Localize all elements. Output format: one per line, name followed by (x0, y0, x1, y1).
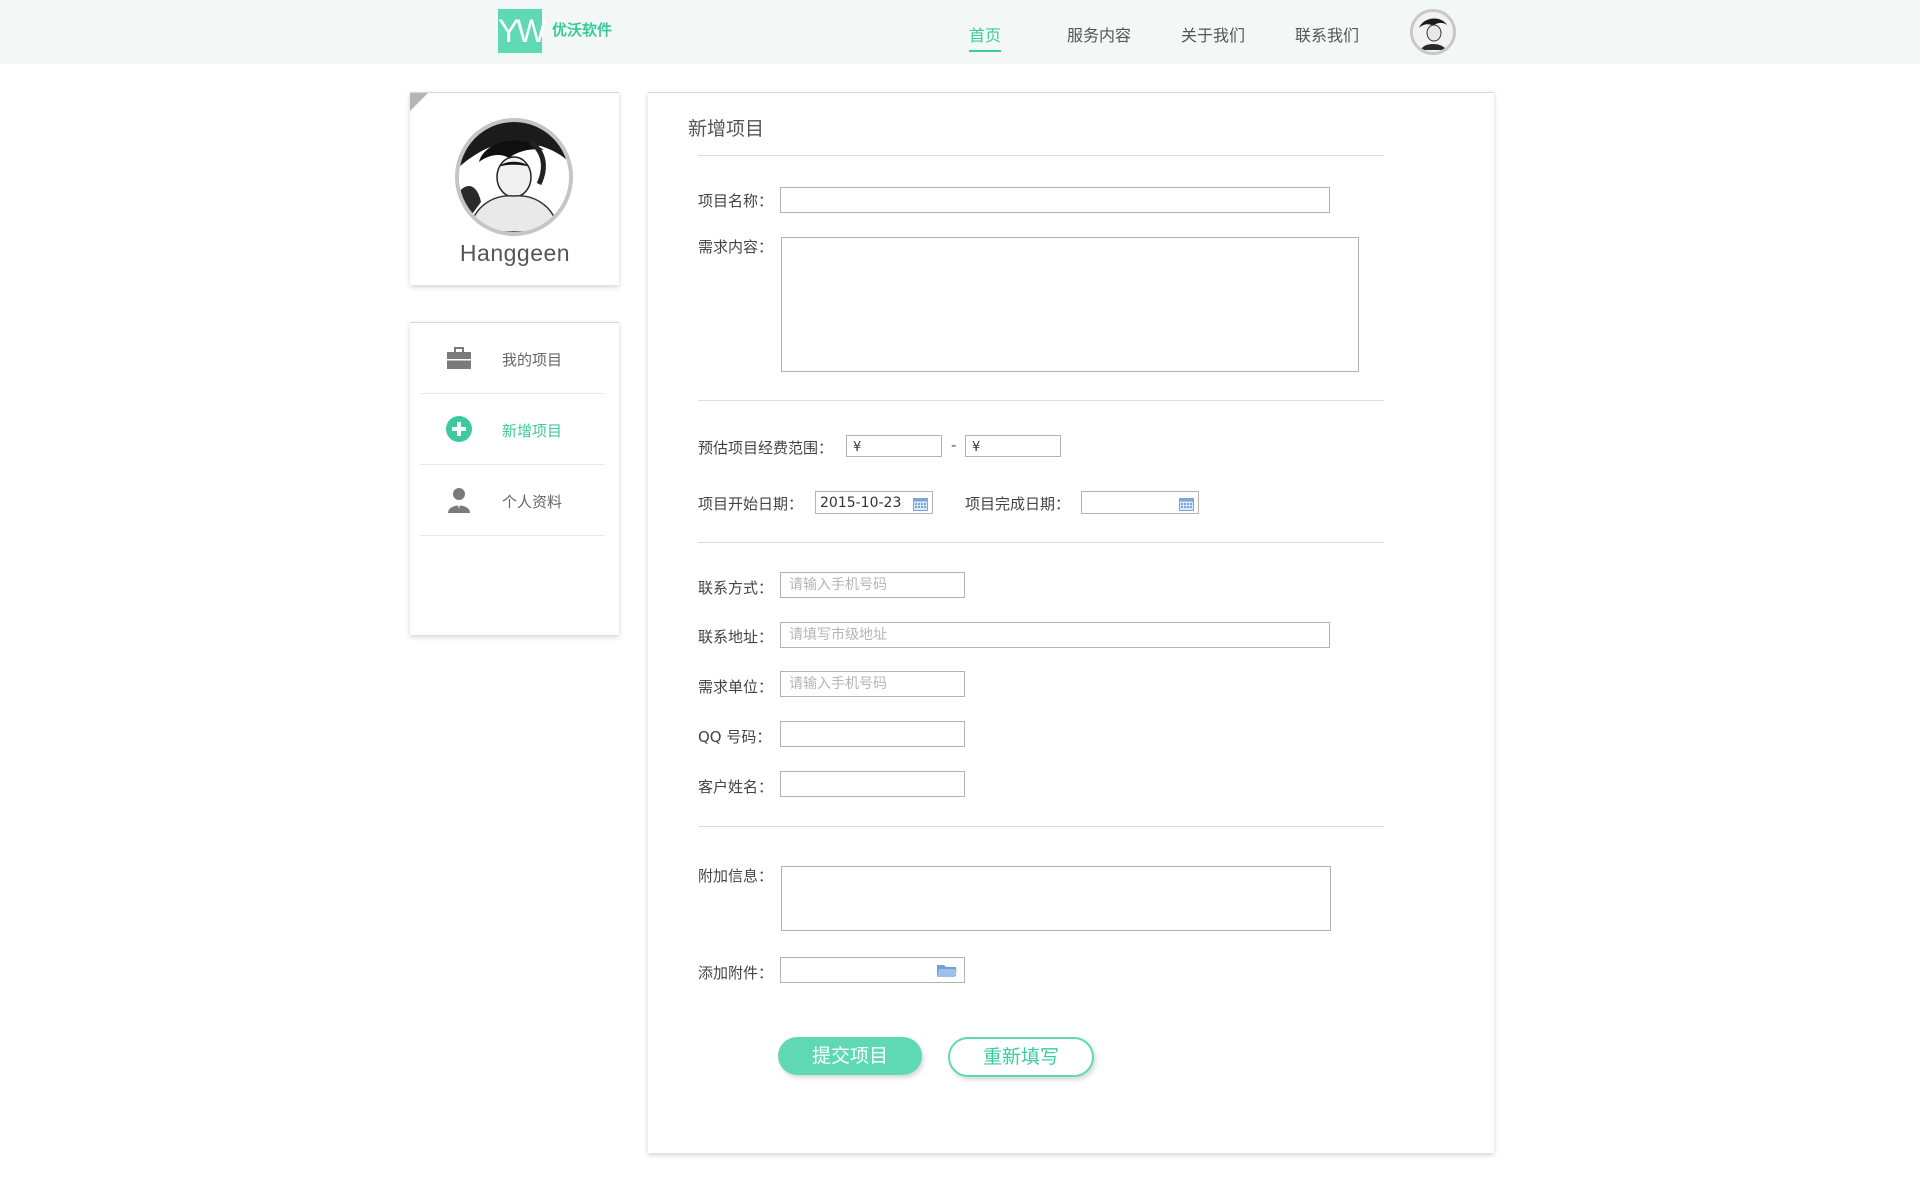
nav-item-label: 关于我们 (1181, 26, 1246, 45)
nav-item-label: 服务内容 (1067, 26, 1132, 45)
profile-card: Hanggeen (410, 92, 619, 285)
plus-circle-icon (446, 416, 472, 442)
range-dash: - (951, 436, 957, 454)
nav-item-label: 首页 (969, 26, 1002, 45)
extra-info-textarea[interactable] (781, 866, 1331, 931)
budget-max-field[interactable]: ¥ (965, 435, 1061, 457)
brand-name[interactable]: 优沃软件 (552, 19, 612, 40)
requirement-label: 需求内容： (698, 238, 774, 256)
contact-label: 联系方式： (698, 579, 774, 597)
start-date-value: 2015-10-23 (820, 495, 902, 511)
sidebar-item-label: 我的项目 (502, 351, 563, 369)
currency-prefix: ¥ (853, 440, 862, 455)
card-corner-fold (410, 93, 428, 111)
qq-label: QQ 号码： (698, 728, 772, 746)
folder-icon[interactable] (936, 962, 958, 978)
calendar-icon[interactable] (913, 497, 928, 511)
unit-label: 需求单位： (698, 678, 774, 696)
unit-field[interactable] (780, 671, 965, 697)
requirement-input[interactable] (782, 238, 1358, 371)
client-name-label: 客户姓名： (698, 778, 774, 796)
currency-prefix: ¥ (972, 440, 981, 455)
requirement-textarea[interactable] (781, 237, 1359, 372)
avatar-portrait-icon (1413, 12, 1453, 52)
reset-form-button[interactable]: 重新填写 (948, 1037, 1094, 1077)
submit-project-button[interactable]: 提交项目 (778, 1037, 922, 1075)
nav-item-home[interactable]: 首页 (969, 22, 1002, 52)
logo-icon[interactable]: YW (498, 9, 547, 53)
unit-input[interactable] (781, 672, 964, 696)
profile-avatar (455, 118, 573, 236)
sidebar-item-label: 新增项目 (502, 422, 563, 440)
divider (698, 400, 1384, 401)
calendar-icon[interactable] (1179, 497, 1194, 511)
end-date-field[interactable] (1081, 491, 1199, 514)
start-date-field[interactable]: 2015-10-23 (815, 491, 933, 514)
profile-portrait-icon (459, 122, 569, 232)
budget-min-field[interactable]: ¥ (846, 435, 942, 457)
address-label: 联系地址： (698, 628, 774, 646)
contact-input[interactable] (781, 573, 964, 597)
qq-input[interactable] (781, 722, 964, 746)
divider (698, 826, 1384, 827)
briefcase-icon (447, 347, 471, 369)
project-name-field[interactable] (780, 187, 1330, 213)
sidebar-item-new-project[interactable]: 新增项目 (420, 394, 605, 465)
extra-info-input[interactable] (782, 867, 1330, 930)
client-name-input[interactable] (781, 772, 964, 796)
divider (698, 155, 1384, 156)
divider (698, 542, 1384, 543)
sidebar-item-label: 个人资料 (502, 493, 563, 511)
project-name-input[interactable] (781, 188, 1329, 212)
client-name-field[interactable] (780, 771, 965, 797)
page-title: 新增项目 (688, 118, 765, 140)
user-icon (448, 488, 470, 513)
address-field[interactable] (780, 622, 1330, 648)
nav-item-services[interactable]: 服务内容 (1067, 22, 1131, 46)
sidebar-menu: 我的项目 新增项目 个人资料 (410, 322, 619, 635)
qq-field[interactable] (780, 721, 965, 747)
nav-item-contact[interactable]: 联系我们 (1295, 22, 1359, 46)
top-navigation-bar: YW 优沃软件 首页 服务内容 关于我们 联系我们 (0, 0, 1920, 64)
start-date-label: 项目开始日期： (698, 495, 804, 513)
budget-label: 预估项目经费范围： (698, 439, 834, 457)
contact-field[interactable] (780, 572, 965, 598)
nav-active-underline (969, 50, 1002, 52)
nav-item-label: 联系我们 (1295, 26, 1360, 45)
project-name-label: 项目名称： (698, 192, 774, 210)
nav-item-about[interactable]: 关于我们 (1181, 22, 1245, 46)
address-input[interactable] (781, 623, 1329, 647)
user-avatar[interactable] (1410, 9, 1456, 55)
profile-username: Hanggeen (459, 240, 571, 266)
extra-info-label: 附加信息： (698, 867, 774, 885)
attachment-label: 添加附件： (698, 964, 774, 982)
attachment-field[interactable] (780, 957, 965, 983)
sidebar-item-profile[interactable]: 个人资料 (420, 465, 605, 536)
sidebar-item-my-projects[interactable]: 我的项目 (420, 323, 605, 394)
end-date-label: 项目完成日期： (965, 495, 1071, 513)
